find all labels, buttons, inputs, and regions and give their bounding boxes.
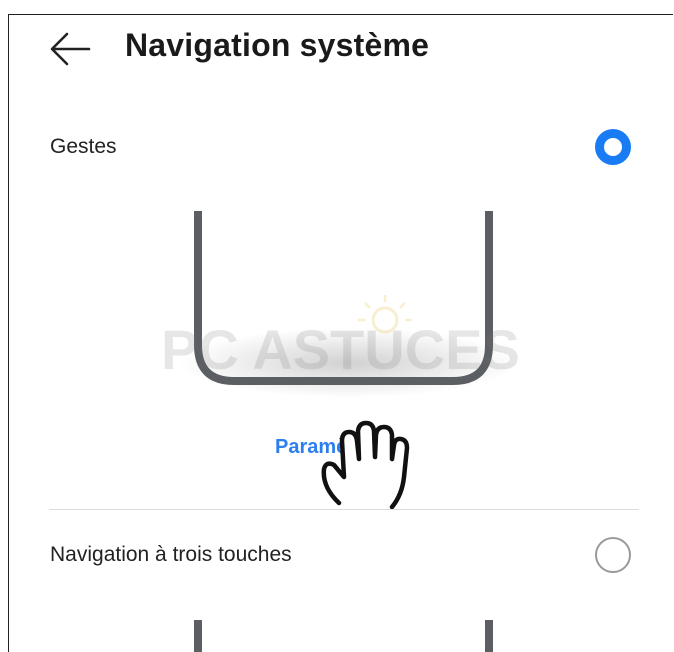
back-button[interactable]: [49, 31, 91, 67]
screen: Navigation système Gestes PC ASTUCES Par…: [8, 14, 673, 652]
three-button-radio[interactable]: [595, 537, 631, 573]
option-three-button-label: Navigation à trois touches: [50, 543, 292, 566]
watermark-logo: PC ASTUCES: [161, 295, 520, 381]
arrow-left-icon: [50, 32, 91, 66]
gestures-illustration: PC ASTUCES: [161, 211, 520, 398]
option-gestures-label: Gestes: [50, 135, 117, 158]
app-header: Navigation système: [9, 15, 673, 79]
hand-pointer-icon: [321, 420, 410, 510]
watermark-text: PC ASTUCES: [161, 318, 520, 381]
option-gestures[interactable]: Gestes: [9, 119, 673, 175]
section-divider: [49, 509, 639, 510]
gestures-radio[interactable]: [595, 129, 631, 165]
three-button-illustration: [194, 620, 493, 652]
page-title: Navigation système: [125, 27, 430, 63]
option-three-button-nav[interactable]: Navigation à trois touches: [9, 527, 673, 583]
